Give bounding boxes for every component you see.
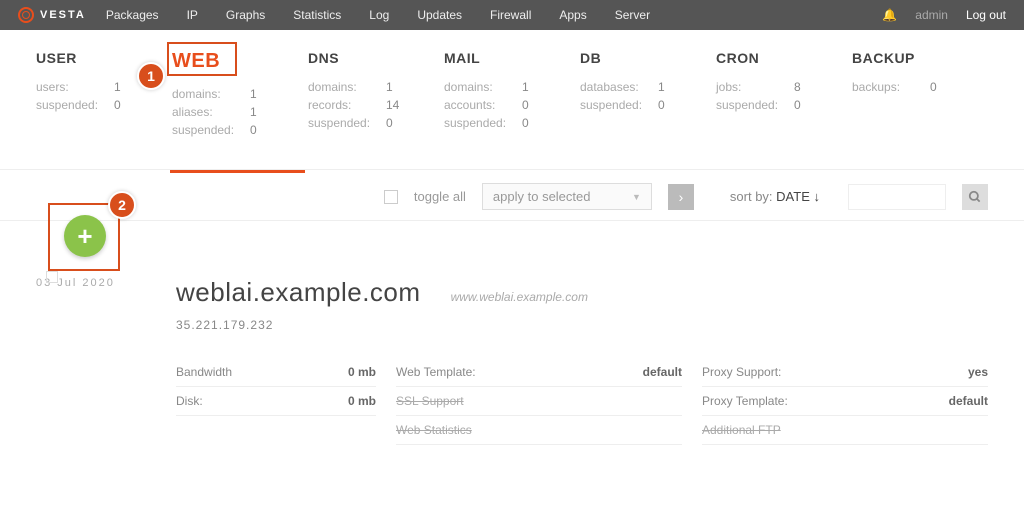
annotation-marker-2: 2 (108, 191, 136, 219)
brand-text: VESTA (40, 9, 86, 21)
toggle-all-checkbox[interactable] (384, 190, 398, 204)
stat-db[interactable]: DBdatabases:1suspended:0 (580, 50, 716, 141)
main-nav: Packages IP Graphs Statistics Log Updates Fire… (106, 8, 882, 22)
stat-backup[interactable]: BACKUPbackups:0 (852, 50, 988, 141)
bulk-action-select[interactable]: apply to selected ▼ (482, 183, 652, 210)
domain-name[interactable]: weblai.example.com (176, 277, 421, 308)
stat-dns[interactable]: DNSdomains:1records:14suspended:0 (308, 50, 444, 141)
nav-statistics[interactable]: Statistics (293, 8, 341, 22)
search-button[interactable] (962, 184, 988, 210)
sort-by[interactable]: sort by: DATE ↓ (730, 189, 820, 204)
detail-row: SSL Support (396, 387, 682, 416)
right-nav: 🔔 admin Log out (882, 8, 1006, 22)
toolbar-wrap: toggle all apply to selected ▼ › sort by… (0, 169, 1024, 221)
row-checkbox[interactable] (46, 271, 58, 283)
nav-packages[interactable]: Packages (106, 8, 159, 22)
nav-graphs[interactable]: Graphs (226, 8, 265, 22)
annotation-marker-1: 1 (137, 62, 165, 90)
nav-apps[interactable]: Apps (559, 8, 586, 22)
user-label[interactable]: admin (915, 8, 948, 22)
detail-row: Additional FTP (702, 416, 988, 445)
domain-entry: 03 Jul 2020 weblai.example.com www.webla… (36, 221, 988, 445)
apply-button[interactable]: › (668, 184, 694, 210)
search-input[interactable] (848, 184, 946, 210)
stat-mail[interactable]: MAILdomains:1accounts:0suspended:0 (444, 50, 580, 141)
logo[interactable]: VESTA (18, 7, 86, 23)
annotation-box-web (167, 42, 237, 76)
logout-link[interactable]: Log out (966, 8, 1006, 22)
nav-server[interactable]: Server (615, 8, 650, 22)
toggle-all-label[interactable]: toggle all (414, 189, 466, 204)
detail-row: Web Statistics (396, 416, 682, 445)
toolbar: toggle all apply to selected ▼ › sort by… (0, 173, 1024, 220)
detail-row: Proxy Template:default (702, 387, 988, 416)
nav-firewall[interactable]: Firewall (490, 8, 531, 22)
nav-ip[interactable]: IP (187, 8, 198, 22)
logo-icon (18, 7, 34, 23)
detail-row: Disk:0 mb (176, 387, 376, 416)
bell-icon[interactable]: 🔔 (882, 8, 897, 22)
stats-row: USERusers:1suspended:0WEBdomains:1aliase… (0, 30, 1024, 169)
detail-row: Bandwidth0 mb (176, 358, 376, 387)
stat-cron[interactable]: CRONjobs:8suspended:0 (716, 50, 852, 141)
search-icon (968, 190, 982, 204)
nav-log[interactable]: Log (369, 8, 389, 22)
domain-ip: 35.221.179.232 (176, 318, 988, 332)
details-grid: Bandwidth0 mbDisk:0 mb Web Template:defau… (176, 358, 988, 445)
nav-updates[interactable]: Updates (417, 8, 462, 22)
add-button[interactable]: + (64, 215, 106, 257)
chevron-down-icon: ▼ (632, 192, 641, 202)
topbar: VESTA Packages IP Graphs Statistics Log Updat… (0, 0, 1024, 30)
domain-alias: www.weblai.example.com (451, 290, 588, 304)
content: 2 + 03 Jul 2020 weblai.example.com www.w… (0, 221, 1024, 445)
detail-row: Proxy Support:yes (702, 358, 988, 387)
detail-row: Web Template:default (396, 358, 682, 387)
